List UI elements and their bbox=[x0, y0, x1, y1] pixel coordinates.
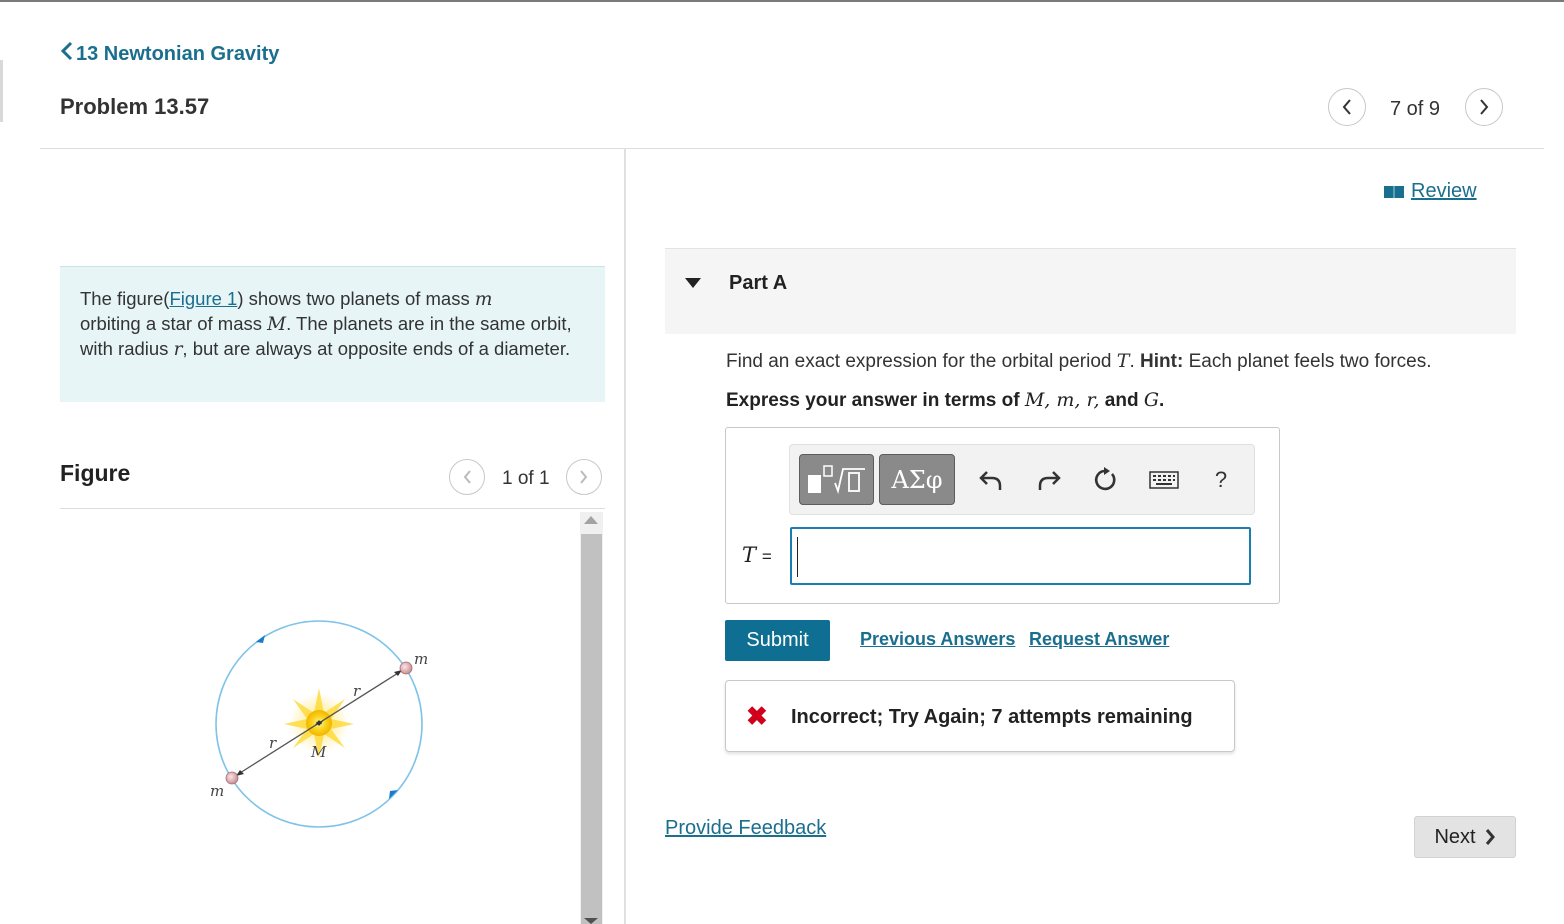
question-segment: . bbox=[1129, 351, 1141, 372]
express-segment: and bbox=[1099, 390, 1144, 411]
answer-variable-label: T = bbox=[742, 543, 772, 568]
label-m-bottom: m bbox=[210, 782, 224, 800]
templates-button[interactable] bbox=[799, 454, 874, 505]
book-icon bbox=[1384, 185, 1404, 198]
scroll-up-arrow-icon[interactable] bbox=[584, 516, 598, 524]
provide-feedback-link[interactable]: Provide Feedback bbox=[665, 817, 826, 840]
express-instruction: Express your answer in terms of M, m, r,… bbox=[726, 389, 1164, 412]
express-segment: Express your answer in terms of bbox=[726, 390, 1025, 411]
problem-text-segment: ) shows two planets of mass bbox=[237, 288, 475, 309]
hint-label: Hint: bbox=[1140, 351, 1184, 372]
collapse-triangle-icon[interactable] bbox=[685, 278, 701, 288]
next-label: Next bbox=[1434, 825, 1476, 848]
label-r-top: r bbox=[353, 682, 361, 700]
figure-scrollbar-thumb[interactable] bbox=[581, 534, 602, 924]
symbol-T: T bbox=[1116, 350, 1130, 372]
answer-input[interactable] bbox=[790, 527, 1251, 585]
orbit-direction-arrow-icon bbox=[256, 635, 265, 643]
column-divider bbox=[624, 148, 626, 924]
help-icon[interactable]: ? bbox=[1205, 463, 1237, 497]
label-m-top: m bbox=[414, 650, 428, 668]
text-cursor bbox=[797, 537, 798, 577]
scroll-down-arrow-icon[interactable] bbox=[584, 918, 598, 924]
previous-problem-button[interactable] bbox=[1328, 88, 1366, 126]
planet-bottom bbox=[225, 771, 239, 785]
chevron-right-icon bbox=[580, 470, 588, 484]
answer-variable: T bbox=[742, 543, 757, 567]
header-divider bbox=[40, 148, 1544, 149]
templates-icon bbox=[807, 464, 865, 494]
planet-top bbox=[399, 661, 413, 675]
figure-prev-button[interactable] bbox=[449, 459, 485, 495]
next-problem-button[interactable] bbox=[1465, 88, 1503, 126]
review-label: Review bbox=[1411, 180, 1477, 202]
top-border bbox=[0, 0, 1564, 2]
chevron-left-icon bbox=[60, 41, 74, 67]
equals-sign: = bbox=[761, 547, 772, 566]
express-segment: . bbox=[1159, 390, 1165, 411]
left-edge bbox=[0, 60, 3, 122]
problem-pager: 7 of 9 bbox=[1390, 98, 1441, 120]
greek-symbols-button[interactable]: ΑΣφ bbox=[879, 454, 955, 505]
undo-icon[interactable] bbox=[975, 463, 1007, 497]
figure-counter: 1 of 1 bbox=[502, 468, 550, 489]
back-link-label: 13 Newtonian Gravity bbox=[76, 42, 280, 65]
problem-text-segment: , but are always at opposite ends of a d… bbox=[182, 338, 571, 359]
symbol-m: m bbox=[474, 289, 493, 310]
label-r-bottom: r bbox=[269, 734, 277, 752]
review-link[interactable]: Review bbox=[1383, 180, 1477, 203]
figure-title: Figure bbox=[60, 460, 131, 486]
figure-next-button[interactable] bbox=[566, 459, 602, 495]
feedback-text: Incorrect; Try Again; 7 attempts remaini… bbox=[791, 706, 1193, 728]
problem-title: Problem 13.57 bbox=[60, 94, 210, 119]
part-header bbox=[665, 248, 1516, 334]
question-text: Find an exact expression for the orbital… bbox=[726, 350, 1431, 373]
problem-text: The figure(Figure 1) shows two planets o… bbox=[80, 287, 585, 362]
question-segment: Find an exact expression for the orbital… bbox=[726, 351, 1117, 372]
express-variables: M, m, r, bbox=[1024, 389, 1100, 411]
chevron-left-icon bbox=[1342, 99, 1351, 115]
problem-text-segment: orbiting a star of mass bbox=[80, 313, 268, 334]
submit-button[interactable]: Submit bbox=[725, 620, 830, 661]
figure-divider bbox=[60, 508, 605, 509]
reset-icon[interactable] bbox=[1090, 463, 1122, 497]
next-button[interactable]: Next bbox=[1414, 816, 1516, 858]
problem-statement: The figure(Figure 1) shows two planets o… bbox=[60, 266, 605, 402]
request-answer-link[interactable]: Request Answer bbox=[1029, 629, 1169, 650]
keyboard-icon[interactable] bbox=[1146, 463, 1182, 497]
chevron-left-icon bbox=[463, 470, 471, 484]
symbol-M: M bbox=[267, 314, 287, 335]
label-M: M bbox=[310, 743, 327, 761]
problem-text-segment: The figure( bbox=[80, 288, 170, 309]
figure-link[interactable]: Figure 1 bbox=[169, 288, 237, 309]
previous-answers-link[interactable]: Previous Answers bbox=[860, 629, 1015, 650]
hint-text: Each planet feels two forces. bbox=[1183, 351, 1432, 372]
back-to-chapter-link[interactable]: 13 Newtonian Gravity bbox=[60, 41, 279, 67]
symbol-G: G bbox=[1143, 389, 1160, 411]
error-x-icon: ✖ bbox=[746, 701, 768, 731]
part-title: Part A bbox=[729, 272, 788, 294]
chevron-right-icon bbox=[1480, 99, 1489, 115]
redo-icon[interactable] bbox=[1033, 463, 1065, 497]
orbit-figure: m m r r M bbox=[210, 620, 428, 828]
chevron-right-icon bbox=[1485, 829, 1495, 845]
